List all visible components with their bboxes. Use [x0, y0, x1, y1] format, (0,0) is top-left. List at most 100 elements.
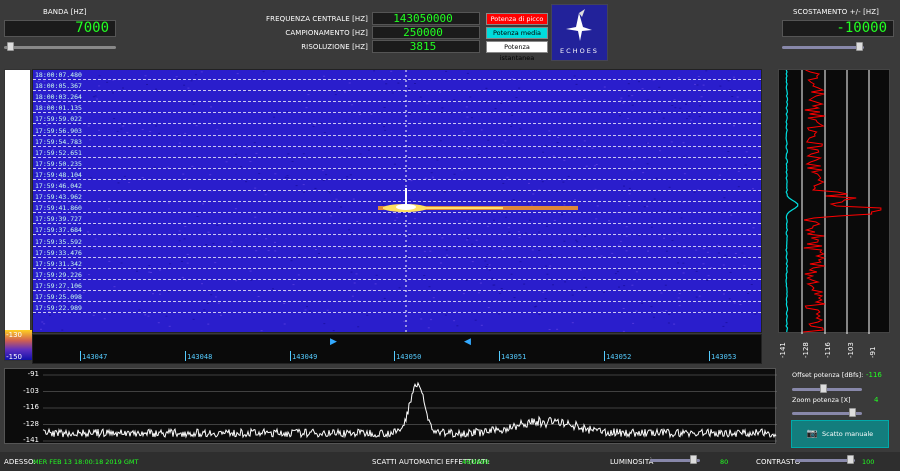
- timestamp-label: 17:59:41.860: [35, 204, 82, 212]
- power-zoom-slider[interactable]: [792, 408, 862, 417]
- timestamp-label: 18:00:03.264: [35, 93, 82, 101]
- time-gridline: [33, 246, 761, 247]
- time-gridline: [33, 168, 761, 169]
- frequency-tick-label: 143050: [396, 353, 422, 361]
- time-gridline: [33, 212, 761, 213]
- bandwidth-label: Banda [Hz]: [43, 8, 87, 16]
- timestamp-label: 17:59:56.903: [35, 127, 82, 135]
- time-gridline: [33, 201, 761, 202]
- timestamp-label: 17:59:22.989: [35, 304, 82, 312]
- power-scale-label: +50: [7, 129, 22, 137]
- timestamp-label: 17:59:33.476: [35, 249, 82, 257]
- auto-shots-value: 46/9999: [462, 458, 490, 466]
- frequency-tick-label: 143051: [501, 353, 527, 361]
- power-scale-label: -150: [6, 353, 22, 361]
- timestamp-label: 17:59:31.342: [35, 260, 82, 268]
- timestamp-label: 18:00:01.135: [35, 104, 82, 112]
- frequency-tick: [394, 351, 395, 361]
- average-power-button[interactable]: Potenza media (N): [486, 27, 548, 48]
- offset-slider[interactable]: [782, 42, 864, 51]
- history-axis-label: -141: [779, 342, 787, 358]
- power-scale-label: -50: [10, 241, 22, 249]
- echoes-logo: ECHOES: [551, 4, 608, 61]
- timestamp-label: 17:59:59.022: [35, 115, 82, 123]
- timestamp-label: 17:59:48.104: [35, 171, 82, 179]
- power-offset-slider[interactable]: [792, 384, 862, 393]
- timestamp-label: 17:59:27.106: [35, 282, 82, 290]
- offset-label: Scostamento +/- [Hz]: [792, 8, 879, 16]
- power-scale-label: +10: [7, 173, 22, 182]
- power-zoom-slider-knob[interactable]: [848, 408, 856, 417]
- frequency-tick: [499, 351, 500, 361]
- time-gridline: [33, 179, 761, 180]
- frequency-tick-label: 143048: [187, 353, 213, 361]
- timestamp-label: 17:59:37.684: [35, 226, 82, 234]
- timestamp-label: 17:59:35.592: [35, 238, 82, 246]
- time-gridline: [33, 279, 761, 280]
- bandwidth-slider[interactable]: [4, 42, 116, 51]
- offset-slider-knob[interactable]: [856, 42, 863, 51]
- time-gridline: [33, 90, 761, 91]
- power-scale-label: -90: [10, 285, 22, 294]
- logo-text: ECHOES: [560, 47, 599, 55]
- timestamp-label: 17:59:50.235: [35, 160, 82, 168]
- frequency-axis: ▶ ◀ 143047 143048 143049 143050 143051 143052…: [32, 334, 762, 364]
- history-axis-label: -103: [846, 342, 855, 358]
- manual-shot-label: Scatto manuale: [822, 430, 874, 438]
- spectrum-y-label: -91: [27, 370, 39, 378]
- spectrum-trace: [42, 381, 777, 439]
- peak-power-button[interactable]: Potenza di picco (S): [486, 13, 548, 34]
- center-freq-label: Frequenza centrale [Hz]: [266, 15, 368, 23]
- power-scale-label: -30: [10, 218, 22, 227]
- power-zoom-value: 4: [874, 396, 879, 404]
- contrast-slider-knob[interactable]: [847, 455, 854, 464]
- range-left-icon[interactable]: ◀: [464, 337, 471, 347]
- range-right-icon[interactable]: ▶: [330, 337, 337, 347]
- power-scale-label: -130: [6, 330, 22, 339]
- history-axis-label: -91: [869, 346, 877, 358]
- camera-icon: 📷: [806, 429, 819, 439]
- spectrum-y-label: -116: [23, 403, 39, 411]
- power-scale-label: +30: [7, 151, 22, 160]
- now-value: mer feb 13 18:00:18 2019 GMT: [33, 458, 139, 466]
- manual-shot-button[interactable]: 📷 Scatto manuale: [791, 420, 889, 448]
- spectrum-y-label: -128: [23, 419, 39, 428]
- brightness-label: Luminosità: [610, 458, 654, 466]
- power-offset-label: Offset potenza [dBfs]:: [792, 371, 864, 379]
- timestamp-label: 17:59:39.727: [35, 215, 82, 223]
- power-history-graphic: [785, 70, 882, 334]
- power-offset-value: -116: [866, 371, 882, 379]
- brightness-slider-knob[interactable]: [690, 455, 697, 464]
- frequency-tick-label: 143053: [711, 353, 737, 361]
- center-freq-display: 143050000: [372, 12, 480, 25]
- now-label: Adesso:: [4, 458, 36, 466]
- time-gridline: [33, 190, 761, 191]
- time-gridline: [33, 301, 761, 302]
- bandwidth-slider-knob[interactable]: [7, 42, 14, 51]
- time-gridline: [33, 112, 761, 113]
- power-scale-label: -110: [6, 308, 22, 317]
- time-gridline: [33, 234, 761, 235]
- waterfall-display[interactable]: 18:00:07.480 18:00:05.367 18:00:03.264 18:0…: [32, 69, 762, 333]
- contrast-slider[interactable]: [795, 455, 855, 464]
- instant-power-button[interactable]: Potenza istantanea: [486, 41, 548, 62]
- timestamp-label: 18:00:05.367: [35, 82, 82, 90]
- resolution-label: Risoluzione [Hz]: [301, 43, 368, 51]
- timestamp-label: 17:59:54.783: [35, 138, 82, 146]
- average-power-trace: [785, 70, 799, 333]
- frequency-tick: [604, 351, 605, 361]
- meteor-icon: [566, 9, 592, 41]
- time-gridline: [33, 290, 761, 291]
- time-gridline: [33, 123, 761, 124]
- sampling-display: 250000: [372, 26, 480, 39]
- spectrum-graphic: [42, 374, 777, 442]
- sampling-label: Campionamento [Hz]: [285, 29, 368, 37]
- power-scale-label: -10: [10, 196, 22, 205]
- spectrum-y-label: -141: [23, 436, 39, 444]
- timestamp-label: 17:59:43.962: [35, 193, 82, 201]
- spectrum-plot: -91 -103 -116 -128 -141: [4, 368, 777, 444]
- power-zoom-label: Zoom potenza [X]: [792, 396, 851, 404]
- brightness-slider[interactable]: [650, 455, 700, 464]
- history-axis-label: -128: [801, 342, 810, 358]
- power-offset-slider-knob[interactable]: [820, 384, 828, 393]
